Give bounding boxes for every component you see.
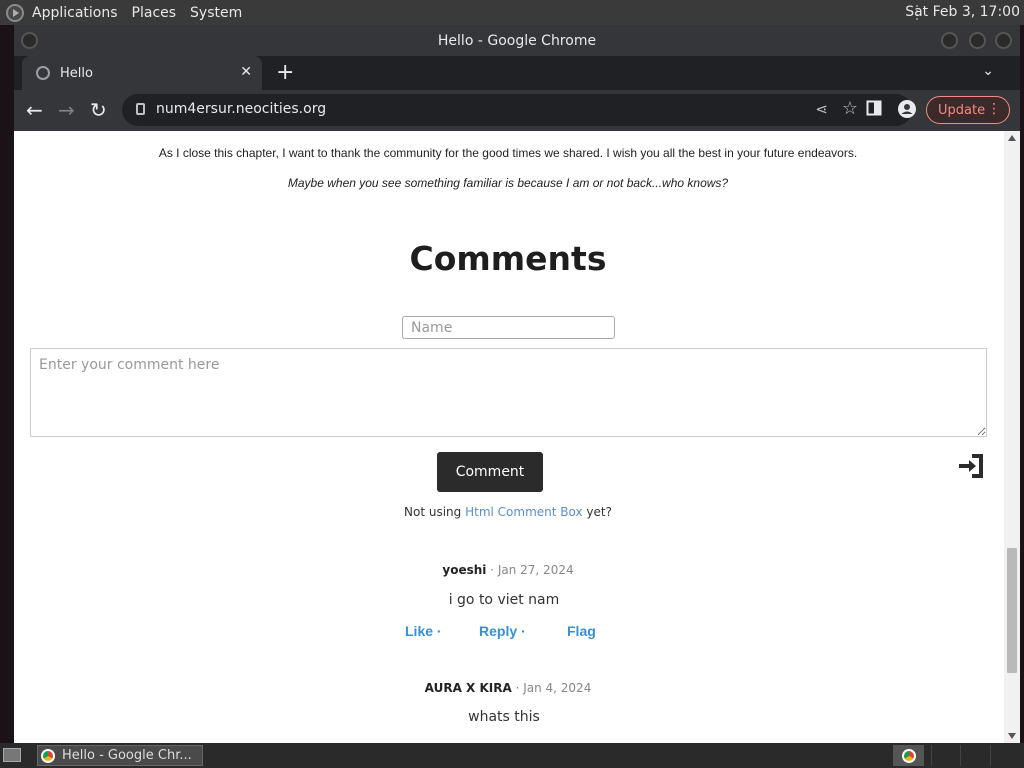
window-menu-icon[interactable] [21, 32, 38, 49]
comment-body: whats this [468, 709, 540, 725]
share-icon[interactable]: ⋖ [815, 100, 828, 118]
maximize-icon[interactable] [969, 32, 986, 49]
name-input[interactable] [402, 316, 615, 339]
menu-applications[interactable]: Applications [32, 5, 118, 21]
tab-bar: Hello ✕ + ⌄ [14, 56, 1020, 90]
profile-icon[interactable] [898, 100, 916, 122]
bottom-taskbar: Hello - Google Chr... [0, 743, 1024, 768]
window-titlebar[interactable]: Hello - Google Chrome [14, 25, 1020, 56]
panel-clock[interactable]: Sat Feb 3, 17:00 [905, 4, 1020, 20]
scroll-down-icon[interactable] [1008, 733, 1016, 739]
menu-places[interactable]: Places [132, 5, 177, 21]
comment-author: yoeshi [442, 563, 487, 577]
update-label: Update [938, 102, 986, 118]
comment-date: · Jan 27, 2024 [486, 563, 574, 577]
bookmark-star-icon[interactable]: ☆ [842, 98, 858, 119]
taskbar-chrome-window[interactable]: Hello - Google Chr... [37, 745, 203, 766]
menu-system[interactable]: System [190, 5, 242, 21]
browser-toolbar: ← → ↻ num4ersur.neocities.org ⋖ ☆ Update… [14, 90, 1020, 131]
comment-textarea[interactable] [30, 348, 987, 437]
taskbar-separator [960, 745, 961, 766]
like-link[interactable]: Like · [405, 623, 442, 639]
not-using-notice: Not using Html Comment Box yet? [14, 505, 1002, 519]
scroll-up-icon[interactable] [1008, 135, 1016, 141]
comments-heading: Comments [409, 239, 607, 278]
comment-header: yoeshi · Jan 27, 2024 [14, 563, 1002, 577]
taskbar-separator [990, 745, 991, 766]
chrome-icon [41, 748, 55, 763]
chrome-icon [901, 748, 916, 763]
forward-icon[interactable]: → [58, 99, 75, 121]
tab-title: Hello [60, 65, 93, 81]
page-viewport: As I close this chapter, I want to thank… [14, 131, 1020, 743]
show-desktop-icon[interactable] [3, 748, 21, 762]
flag-link[interactable]: Flag [567, 623, 596, 639]
new-tab-icon[interactable]: + [276, 60, 294, 85]
lock-icon[interactable] [136, 103, 145, 115]
farewell-paragraph: As I close this chapter, I want to thank… [158, 146, 858, 160]
workspace-chrome-tray[interactable] [893, 745, 924, 766]
globe-icon [36, 66, 50, 80]
chrome-window: Hello - Google Chrome Hello ✕ + ⌄ ← → ↻ … [14, 25, 1020, 743]
reload-icon[interactable]: ↻ [90, 99, 107, 121]
top-panel: Applications Places System Sat Feb 3, 17… [0, 0, 1024, 25]
address-bar[interactable]: num4ersur.neocities.org ⋖ ☆ [122, 94, 912, 126]
url-text[interactable]: num4ersur.neocities.org [156, 101, 326, 117]
scrollbar-thumb[interactable] [1007, 548, 1017, 673]
login-icon[interactable] [958, 453, 985, 479]
side-panel-icon[interactable] [866, 100, 882, 120]
taskbar-separator [931, 745, 932, 766]
reply-link[interactable]: Reply · [479, 623, 526, 639]
tab-search-chevron-icon[interactable]: ⌄ [982, 63, 994, 79]
more-menu-icon[interactable]: ⋮ [987, 101, 1001, 117]
page-scrollbar[interactable] [1004, 131, 1020, 743]
close-window-icon[interactable] [995, 32, 1012, 49]
back-icon[interactable]: ← [26, 99, 43, 121]
comment-body: i go to viet nam [448, 592, 560, 608]
comment-button[interactable]: Comment [437, 452, 543, 492]
italic-paragraph: Maybe when you see something familiar is… [287, 176, 729, 190]
gnome-logo-icon[interactable] [6, 3, 24, 22]
update-button[interactable]: Update ⋮ [926, 96, 1010, 124]
comment-author: AURA X KIRA [424, 681, 512, 695]
minimize-icon[interactable] [941, 32, 958, 49]
taskbar-task-label: Hello - Google Chr... [62, 748, 192, 763]
tab-hello[interactable]: Hello ✕ [22, 56, 262, 90]
not-using-prefix: Not using [404, 505, 466, 519]
html-comment-box-link[interactable]: Html Comment Box [465, 505, 582, 519]
comment-header: AURA X KIRA · Jan 4, 2024 [14, 681, 1002, 695]
window-title: Hello - Google Chrome [437, 32, 597, 49]
tab-close-icon[interactable]: ✕ [240, 64, 252, 80]
comment-date: · Jan 4, 2024 [511, 681, 592, 695]
not-using-suffix: yet? [582, 505, 612, 519]
